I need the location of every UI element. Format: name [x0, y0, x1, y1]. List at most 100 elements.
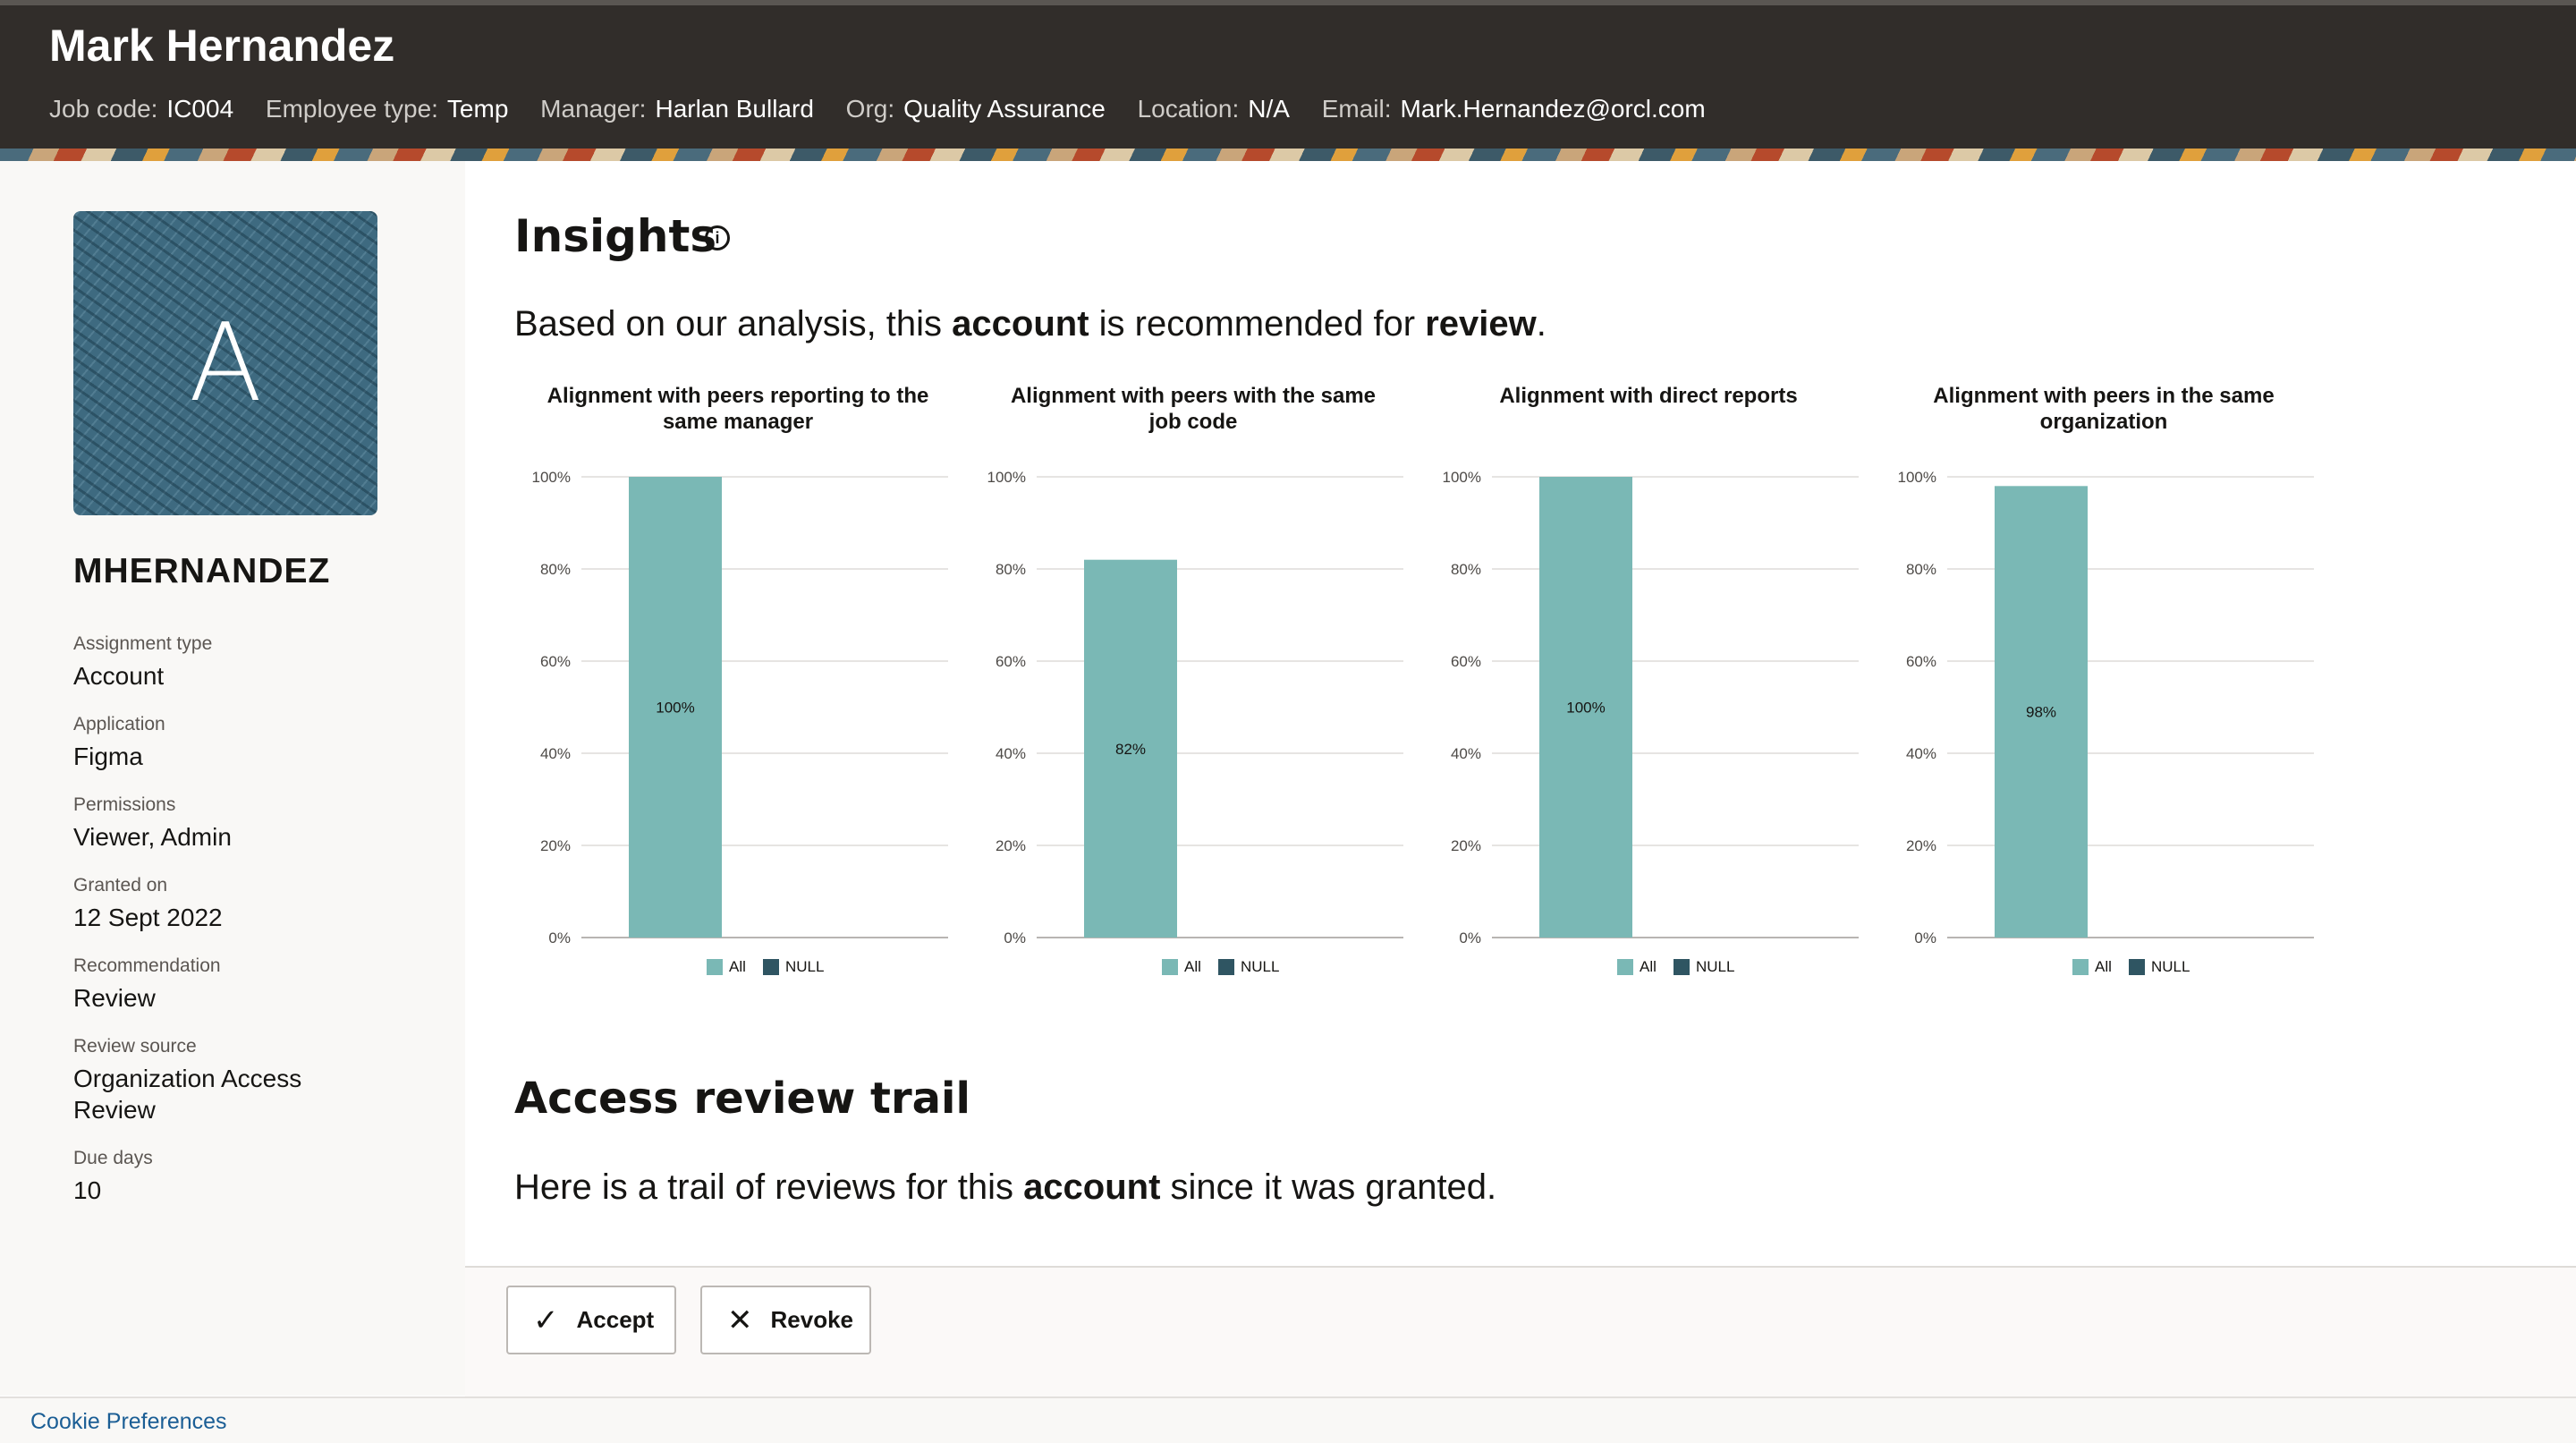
legend-swatch-all [1617, 959, 1633, 975]
accept-button[interactable]: ✓ Accept [506, 1286, 676, 1354]
avatar: A [73, 211, 377, 515]
bar-data-label: 82% [1115, 741, 1146, 758]
legend-swatch-all [2072, 959, 2089, 975]
insights-summary: Based on our analysis, this account is r… [514, 304, 1546, 344]
access-review-trail-text: Here is a trail of reviews for this acco… [514, 1167, 1496, 1208]
employee-type-label: Employee type: [265, 95, 438, 123]
field-assignment-type: Assignment type Account [73, 633, 395, 692]
chart-title: Alignment with peers with the same job c… [1010, 384, 1377, 434]
field-label: Permissions [73, 794, 176, 815]
y-tick-label: 80% [1906, 561, 1936, 578]
y-tick-label: 40% [540, 745, 571, 762]
legend-swatch-all [1162, 959, 1178, 975]
field-value: Organization Access Review [73, 1065, 302, 1124]
chart-peers-job-code: Alignment with peers with the same job c… [970, 383, 1417, 1170]
field-review-source: Review source Organization Access Review [73, 1036, 342, 1125]
field-label: Application [73, 714, 165, 734]
bar-data-label: 100% [656, 700, 694, 717]
y-tick-label: 40% [996, 745, 1026, 762]
legend-label-null: NULL [785, 958, 824, 975]
footer: Cookie Preferences [0, 1396, 2576, 1443]
summary-bold: review [1425, 304, 1537, 344]
field-value: 12 Sept 2022 [73, 904, 223, 931]
chart-title: Alignment with peers reporting to the sa… [547, 384, 929, 434]
email-value: Mark.Hernandez@orcl.com [1400, 95, 1706, 123]
field-due-days: Due days 10 [73, 1148, 395, 1206]
close-icon: ✕ [727, 1303, 753, 1337]
legend-label-all: All [1184, 958, 1201, 975]
y-tick-label: 60% [1906, 653, 1936, 670]
employee-type-value: Temp [446, 95, 509, 123]
summary-bold: account [952, 304, 1089, 344]
action-bar: ✓ Accept ✕ Revoke [465, 1266, 2576, 1396]
y-tick-label: 0% [1004, 929, 1026, 946]
chart-direct-reports: Alignment with direct reports 0% 20% 40% 60… [1425, 383, 1872, 1170]
y-tick-label: 0% [548, 929, 571, 946]
legend-swatch-null [1218, 959, 1234, 975]
revoke-button[interactable]: ✕ Revoke [700, 1286, 871, 1354]
field-value: Review [73, 984, 156, 1012]
employee-meta: Job code: IC004 Employee type: Temp Manage… [49, 95, 1731, 123]
y-tick-label: 40% [1451, 745, 1481, 762]
field-label: Review source [73, 1036, 197, 1057]
field-value: 10 [73, 1176, 102, 1204]
bar-chart: 0% 20% 40% 60% 80% 100% 100% All NULL [532, 469, 948, 975]
bar-chart: 0% 20% 40% 60% 80% 100% 100% All NULL [1443, 469, 1859, 975]
field-value: Account [73, 662, 165, 690]
legend-swatch-null [2129, 959, 2145, 975]
legend-swatch-all [707, 959, 723, 975]
summary-text: is recommended for [1089, 304, 1426, 344]
accept-label: Accept [576, 1306, 655, 1333]
y-tick-label: 20% [996, 837, 1026, 854]
bar-data-label: 98% [2026, 704, 2056, 721]
cookie-preferences-link[interactable]: Cookie Preferences [30, 1409, 227, 1435]
field-recommendation: Recommendation Review [73, 955, 395, 1014]
username: MHERNANDEZ [73, 552, 331, 590]
y-tick-label: 80% [996, 561, 1026, 578]
field-label: Recommendation [73, 955, 221, 976]
y-tick-label: 60% [1451, 653, 1481, 670]
legend-label-all: All [729, 958, 746, 975]
location-label: Location: [1137, 95, 1240, 123]
y-tick-label: 60% [996, 653, 1026, 670]
chart-peers-organization: Alignment with peers in the same organiz… [1880, 383, 2327, 1170]
bar-data-label: 100% [1566, 700, 1605, 717]
details-sidebar: A MHERNANDEZ Assignment type Account App… [0, 161, 465, 1396]
bar-chart: 0% 20% 40% 60% 80% 100% 82% All NULL [987, 469, 1403, 975]
field-application: Application Figma [73, 714, 395, 772]
legend-label-all: All [2095, 958, 2112, 975]
job-code-value: IC004 [166, 95, 234, 123]
legend-label-all: All [1640, 958, 1657, 975]
y-tick-label: 0% [1914, 929, 1936, 946]
access-review-trail-title: Access review trail [514, 1074, 970, 1124]
bar-chart: 0% 20% 40% 60% 80% 100% 98% All NULL [1898, 469, 2314, 975]
email-label: Email: [1321, 95, 1392, 123]
summary-text: Based on our analysis, this [514, 304, 953, 344]
info-icon[interactable]: i [705, 225, 730, 250]
avatar-letter: A [188, 301, 263, 426]
y-tick-label: 100% [1443, 469, 1481, 486]
job-code-label: Job code: [49, 95, 158, 123]
org-label: Org: [845, 95, 895, 123]
field-label: Assignment type [73, 633, 213, 654]
trail-text: since it was granted. [1160, 1167, 1497, 1207]
main-content: Insights i Based on our analysis, this a… [465, 161, 2576, 1266]
field-value: Viewer, Admin [73, 823, 232, 851]
y-tick-label: 20% [1451, 837, 1481, 854]
y-tick-label: 0% [1459, 929, 1481, 946]
insights-title: Insights [514, 210, 717, 262]
y-tick-label: 20% [540, 837, 571, 854]
y-tick-label: 100% [987, 469, 1026, 486]
field-value: Figma [73, 743, 143, 770]
chart-peers-manager: Alignment with peers reporting to the sa… [514, 383, 962, 1170]
y-tick-label: 20% [1906, 837, 1936, 854]
y-tick-label: 100% [532, 469, 571, 486]
field-label: Granted on [73, 875, 168, 896]
manager-label: Manager: [540, 95, 647, 123]
legend-swatch-null [763, 959, 779, 975]
summary-text: . [1536, 304, 1546, 344]
legend-label-null: NULL [1241, 958, 1279, 975]
y-tick-label: 100% [1898, 469, 1936, 486]
location-value: N/A [1248, 95, 1290, 123]
chart-title: Alignment with direct reports [1499, 384, 1798, 408]
